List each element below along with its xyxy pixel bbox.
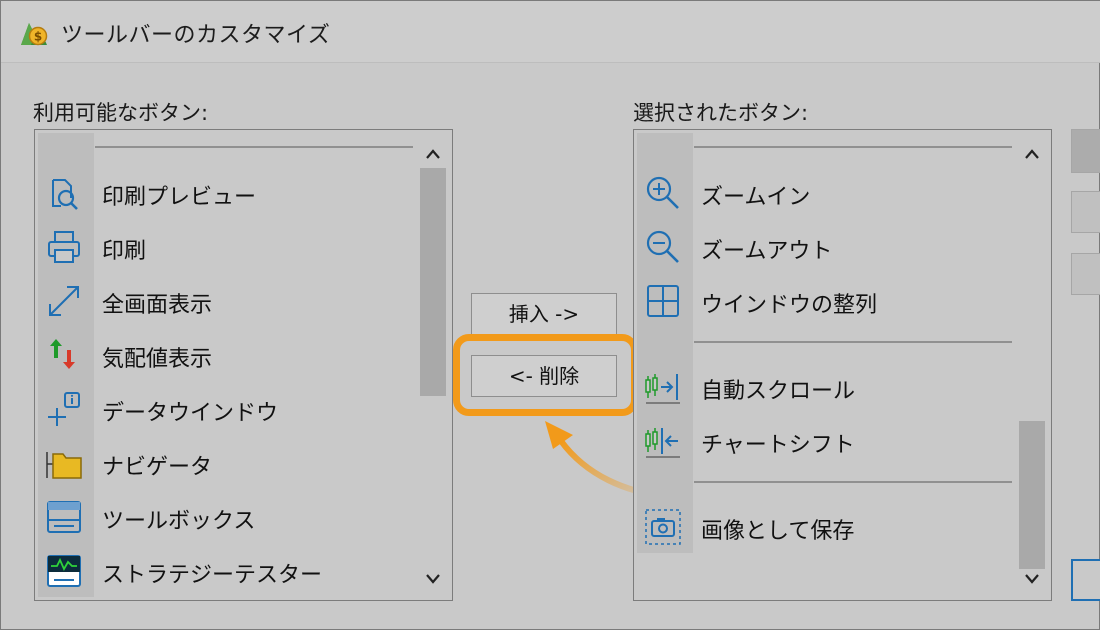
list-item-zoom-in[interactable]: ズームイン <box>634 168 1014 218</box>
list-item-market-watch[interactable]: 気配値表示 <box>35 330 415 380</box>
metatrader-app-icon: $ <box>21 23 48 46</box>
list-item-print[interactable]: 印刷 <box>35 222 415 272</box>
scroll-up-icon[interactable] <box>418 139 448 169</box>
toolbox-icon <box>47 501 81 533</box>
customize-toolbar-dialog: $ ツールバーのカスタマイズ 利用可能なボタン: 印刷プレビュー 印刷 全画面表… <box>0 0 1100 630</box>
selected-buttons-label: 選択されたボタン: <box>633 101 809 125</box>
list-item-label: ナビゲータ <box>102 455 213 480</box>
list-item-label: 気配値表示 <box>102 347 213 372</box>
list-item-label: ストラテジーテスター <box>102 563 323 588</box>
auto-scroll-icon <box>645 374 680 404</box>
selected-buttons-list[interactable]: ズームイン ズームアウト ウインドウの整列 自動スクロール チャートシフト 画像… <box>633 129 1052 601</box>
scroll-down-icon[interactable] <box>1017 563 1047 593</box>
list-item-label: ズームアウト <box>701 239 833 264</box>
scroll-down-icon[interactable] <box>418 563 448 593</box>
list-item-label: ウインドウの整列 <box>701 293 878 318</box>
save-as-picture-icon <box>645 509 681 545</box>
chart-shift-icon <box>645 428 680 458</box>
list-item-label: チャートシフト <box>701 433 855 458</box>
available-buttons-list[interactable]: 印刷プレビュー 印刷 全画面表示 気配値表示 データウインドウ ナビゲータ ツー… <box>34 129 453 601</box>
available-buttons-label: 利用可能なボタン: <box>33 101 209 125</box>
scroll-thumb[interactable] <box>420 168 446 396</box>
market-watch-icon <box>50 339 75 369</box>
title-bar: $ ツールバーのカスタマイズ <box>1 1 1100 63</box>
separator <box>694 481 1012 483</box>
list-item-label: 印刷プレビュー <box>102 185 257 210</box>
side-button[interactable] <box>1071 253 1100 295</box>
list-item-strategy-tester[interactable]: ストラテジーテスター <box>35 546 415 596</box>
fullscreen-icon <box>49 286 79 316</box>
separator <box>694 341 1012 343</box>
list-item-label: 全画面表示 <box>102 293 213 318</box>
list-item-label: 自動スクロール <box>701 379 856 404</box>
list-item-zoom-out[interactable]: ズームアウト <box>634 222 1014 272</box>
separator <box>694 146 1012 148</box>
strategy-tester-icon <box>47 555 81 587</box>
zoom-in-icon <box>646 176 679 209</box>
scroll-up-icon[interactable] <box>1017 139 1047 169</box>
list-item-auto-scroll[interactable]: 自動スクロール <box>634 362 1014 412</box>
list-item-tile-windows[interactable]: ウインドウの整列 <box>634 276 1014 326</box>
side-button[interactable] <box>1071 129 1100 173</box>
list-item-save-as-picture[interactable]: 画像として保存 <box>634 502 1014 552</box>
list-item-label: データウインドウ <box>102 401 279 426</box>
list-item-toolbox[interactable]: ツールボックス <box>35 492 415 542</box>
svg-text:$: $ <box>34 30 42 44</box>
list-item-data-window[interactable]: データウインドウ <box>35 384 415 434</box>
printer-icon <box>48 231 80 263</box>
list-item-label: 画像として保存 <box>701 519 855 544</box>
tile-windows-icon <box>647 285 679 317</box>
zoom-out-icon <box>646 230 679 263</box>
print-preview-icon <box>52 179 78 210</box>
selected-list-scrollbar[interactable] <box>1017 133 1047 597</box>
data-window-icon <box>48 392 80 426</box>
separator <box>95 146 413 148</box>
navigator-icon <box>46 452 82 479</box>
remove-button[interactable]: <- 削除 <box>471 355 617 397</box>
scroll-thumb[interactable] <box>1019 421 1045 569</box>
available-list-scrollbar[interactable] <box>418 133 448 597</box>
list-item-print-preview[interactable]: 印刷プレビュー <box>35 168 415 218</box>
list-item-label: ズームイン <box>701 185 811 210</box>
list-item-label: 印刷 <box>102 239 147 264</box>
side-button[interactable] <box>1071 191 1100 233</box>
insert-button[interactable]: 挿入 -> <box>471 293 617 335</box>
list-item-label: ツールボックス <box>102 509 256 534</box>
list-item-navigator[interactable]: ナビゲータ <box>35 438 415 488</box>
list-item-chart-shift[interactable]: チャートシフト <box>634 416 1014 466</box>
list-item-fullscreen[interactable]: 全画面表示 <box>35 276 415 326</box>
window-title: ツールバーのカスタマイズ <box>61 23 331 48</box>
default-side-button[interactable] <box>1071 559 1100 601</box>
